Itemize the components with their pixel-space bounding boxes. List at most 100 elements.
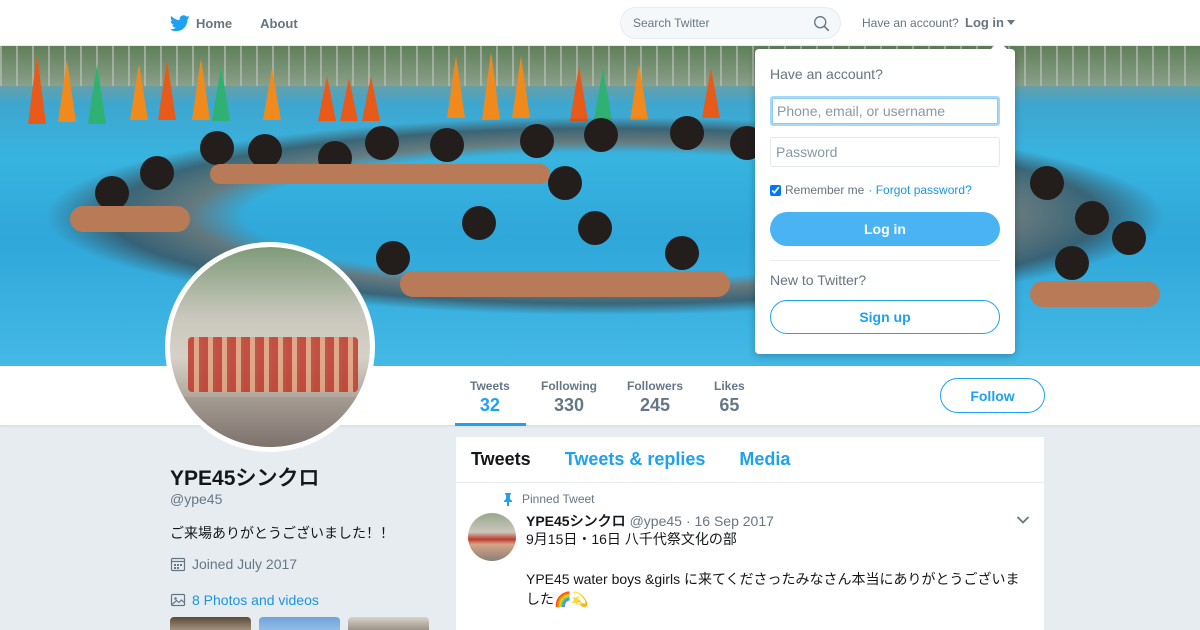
stat-tweets[interactable]: Tweets 32 xyxy=(470,379,510,416)
banner-cone xyxy=(362,76,380,121)
chevron-down-icon[interactable] xyxy=(1016,515,1030,525)
banner-cone xyxy=(482,52,500,120)
banner-swimmer xyxy=(548,166,582,200)
nav-home[interactable]: Home xyxy=(170,14,233,32)
login-menu-button[interactable]: Log in xyxy=(965,15,1015,30)
banner-cone xyxy=(130,64,148,120)
timeline-tabs: Tweets Tweets & replies Media xyxy=(456,437,1044,483)
profile-joined-text: Joined July 2017 xyxy=(192,556,298,572)
banner-swimmer xyxy=(462,206,496,240)
profile-bio: ご来場ありがとうございました！！ xyxy=(170,525,394,541)
stat-following[interactable]: Following 330 xyxy=(541,379,597,416)
tweet-header: YPE45シンクロ @ype45 · 16 Sep 2017 xyxy=(526,511,774,531)
photos-link-label: 8 Photos and videos xyxy=(192,592,319,608)
calendar-icon xyxy=(170,557,186,572)
banner-swimmer xyxy=(1030,166,1064,200)
timeline: Tweets Tweets & replies Media Pinned Twe… xyxy=(456,437,1044,630)
stat-followers[interactable]: Followers 245 xyxy=(627,379,683,416)
banner-cone xyxy=(88,64,106,124)
tweet-date[interactable]: · 16 Sep 2017 xyxy=(686,513,774,529)
stat-tweets-value: 32 xyxy=(479,395,500,415)
photo-icon xyxy=(170,593,186,607)
tweet-avatar[interactable] xyxy=(468,513,516,561)
pin-icon xyxy=(504,493,512,506)
banner-cone xyxy=(158,60,176,120)
stat-likes[interactable]: Likes 65 xyxy=(714,379,745,416)
profile-joined: Joined July 2017 xyxy=(170,556,297,572)
search-icon[interactable] xyxy=(813,15,830,32)
top-navigation: Home About Have an account? Log in xyxy=(0,0,1200,46)
banner-arms xyxy=(70,206,190,232)
banner-swimmer xyxy=(365,126,399,160)
tweet-text-line: 9月15日・16日 八千代祭文化の部 xyxy=(526,531,737,547)
photos-link[interactable]: 8 Photos and videos xyxy=(170,592,319,608)
login-button[interactable]: Log in xyxy=(770,212,1000,246)
forgot-password-link[interactable]: · Forgot password? xyxy=(868,183,971,197)
search-input[interactable] xyxy=(633,16,803,30)
tab-tweets-replies[interactable]: Tweets & replies xyxy=(565,449,706,470)
remember-me-checkbox[interactable] xyxy=(770,184,781,196)
photo-thumbnail[interactable] xyxy=(170,617,251,630)
stat-tweets-label: Tweets xyxy=(470,379,510,393)
avatar-swimmers xyxy=(188,337,358,392)
tab-tweets[interactable]: Tweets xyxy=(471,449,531,470)
banner-swimmer xyxy=(578,211,612,245)
follow-button[interactable]: Follow xyxy=(940,378,1045,413)
login-dropdown: Have an account? Remember me · Forgot pa… xyxy=(755,41,1015,354)
banner-cone xyxy=(630,64,648,120)
stat-followers-label: Followers xyxy=(627,379,684,393)
banner-cone xyxy=(594,68,612,120)
banner-swimmer xyxy=(430,128,464,162)
stat-followers-value: 245 xyxy=(639,395,671,415)
banner-arms xyxy=(1030,281,1160,307)
pinned-tweet-context: Pinned Tweet xyxy=(502,492,595,506)
profile-name[interactable]: YPE45シンクロ xyxy=(170,462,319,492)
stat-likes-label: Likes xyxy=(714,379,745,393)
profile-avatar[interactable] xyxy=(165,242,375,452)
signup-button[interactable]: Sign up xyxy=(770,300,1000,334)
new-to-twitter-text: New to Twitter? xyxy=(770,272,867,288)
avatar-image xyxy=(170,247,370,447)
banner-swimmer xyxy=(584,118,618,152)
banner-swimmer xyxy=(1055,246,1089,280)
have-account-text: Have an account? xyxy=(862,16,959,30)
banner-cone xyxy=(263,68,281,120)
banner-cone xyxy=(28,54,46,124)
nav-about-label: About xyxy=(260,15,298,31)
photo-thumbnail[interactable] xyxy=(259,617,340,630)
password-field[interactable] xyxy=(770,137,1000,167)
tweet-author-name[interactable]: YPE45シンクロ xyxy=(526,511,626,531)
dropdown-divider xyxy=(770,260,1000,261)
stat-following-label: Following xyxy=(541,379,597,393)
stat-following-value: 330 xyxy=(553,395,585,415)
twitter-bird-icon xyxy=(170,14,190,31)
banner-swimmer xyxy=(1075,201,1109,235)
banner-swimmer xyxy=(376,241,410,275)
active-stat-indicator xyxy=(455,423,526,426)
banner-cone xyxy=(702,68,720,118)
username-field[interactable] xyxy=(770,96,1000,126)
photo-thumbnail[interactable] xyxy=(348,617,429,630)
tweet-author-handle[interactable]: @ype45 xyxy=(630,513,682,529)
tweet-text-line: YPE45 water boys &girls に来てくださったみなさん本当にあ… xyxy=(526,571,1020,587)
banner-cone xyxy=(570,66,588,121)
banner-swimmer xyxy=(200,131,234,165)
banner-cone xyxy=(512,56,530,118)
remember-me-label[interactable]: Remember me xyxy=(785,183,864,197)
nav-about[interactable]: About xyxy=(260,16,298,31)
nav-home-label: Home xyxy=(196,15,233,31)
banner-cone xyxy=(340,78,358,121)
banner-arms xyxy=(400,271,730,297)
banner-cone xyxy=(318,76,336,121)
banner-swimmer xyxy=(670,116,704,150)
banner-cone xyxy=(192,58,210,120)
banner-swimmer xyxy=(140,156,174,190)
stat-likes-value: 65 xyxy=(719,395,740,415)
tab-media[interactable]: Media xyxy=(739,449,790,470)
caret-down-icon xyxy=(1007,20,1015,25)
banner-cone xyxy=(447,56,465,118)
profile-handle[interactable]: @ype45 xyxy=(170,491,222,507)
pinned-label: Pinned Tweet xyxy=(522,492,595,506)
banner-swimmer xyxy=(1112,221,1146,255)
banner-swimmer xyxy=(95,176,129,210)
